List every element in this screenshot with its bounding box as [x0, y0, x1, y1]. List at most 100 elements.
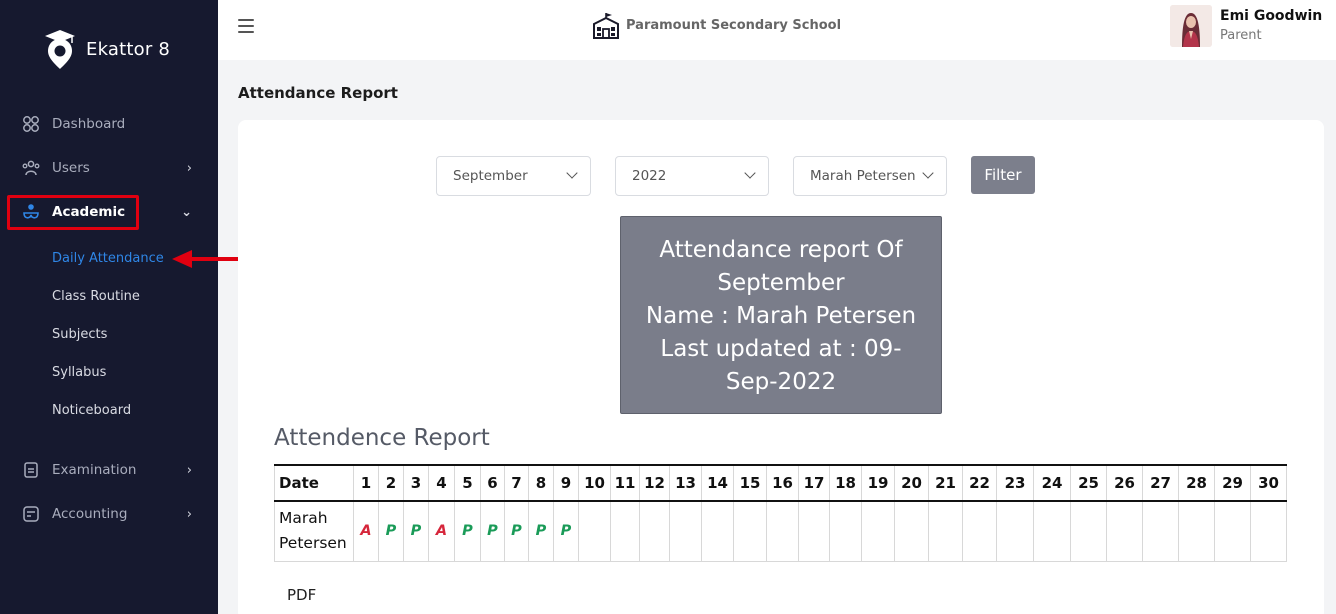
- attendance-cell: A: [428, 500, 455, 562]
- day-column-header: 3: [403, 464, 429, 502]
- day-column-header: 4: [428, 464, 455, 502]
- report-summary-box: Attendance report Of September Name : Ma…: [620, 216, 942, 414]
- year-select-value: 2022: [632, 168, 667, 184]
- sidebar-item-users[interactable]: Users ›: [22, 157, 202, 179]
- table-row: Marah Petersen APPAPPPPP: [274, 500, 1287, 562]
- menu-toggle-icon[interactable]: [238, 19, 254, 33]
- day-column-header: 2: [378, 464, 404, 502]
- day-column-header: 11: [610, 464, 640, 502]
- day-column-header: 18: [829, 464, 862, 502]
- sidebar-subitem-subjects[interactable]: Subjects: [52, 327, 107, 342]
- attendance-cell: [996, 500, 1034, 562]
- sidebar-item-examination[interactable]: Examination ›: [22, 459, 202, 481]
- student-select-value: Marah Petersen: [810, 168, 916, 184]
- day-column-header: 26: [1106, 464, 1143, 502]
- sidebar-item-label: Users: [52, 160, 90, 176]
- sidebar-item-label: Examination: [52, 462, 137, 478]
- sidebar: Ekattor 8 Dashboard Users › Academic ⌄ D…: [0, 0, 218, 614]
- chevron-down-icon: [744, 167, 756, 179]
- sidebar-item-label: Academic: [52, 204, 126, 220]
- day-column-header: 22: [962, 464, 997, 502]
- brand-logo[interactable]: Ekattor 8: [42, 28, 170, 70]
- attendance-cell: [639, 500, 670, 562]
- attendance-cell: [1250, 500, 1287, 562]
- day-column-header: 12: [639, 464, 670, 502]
- sidebar-item-label: Accounting: [52, 506, 128, 522]
- attendance-cell: [928, 500, 963, 562]
- user-role: Parent: [1220, 28, 1262, 43]
- day-column-header: 15: [733, 464, 767, 502]
- day-column-header: 16: [766, 464, 799, 502]
- attendance-cell: [701, 500, 734, 562]
- attendance-cell: P: [403, 500, 429, 562]
- report-student-name: Name : Marah Petersen: [645, 303, 917, 329]
- day-column-header: 17: [798, 464, 830, 502]
- grid-icon: [23, 116, 39, 132]
- month-select[interactable]: September: [436, 156, 591, 196]
- day-column-header: 29: [1214, 464, 1251, 502]
- user-menu[interactable]: Emi Goodwin Parent: [1170, 5, 1322, 47]
- day-column-header: 30: [1250, 464, 1287, 502]
- sidebar-subitem-noticeboard[interactable]: Noticeboard: [52, 403, 131, 418]
- sidebar-subitem-daily-attendance[interactable]: Daily Attendance: [52, 251, 164, 266]
- day-column-header: 25: [1070, 464, 1107, 502]
- table-header-row: Date 1 2 3 4 5 6 7 8 9 10 11 12 13 14 15 16 17 18 19 20 21 22…: [274, 464, 1287, 502]
- attendance-cell: [1178, 500, 1215, 562]
- day-column-header: 1: [353, 464, 379, 502]
- school-name: Paramount Secondary School: [626, 17, 842, 33]
- sidebar-item-dashboard[interactable]: Dashboard: [22, 113, 202, 135]
- day-column-header: 19: [861, 464, 895, 502]
- top-bar: Paramount Secondary School Emi Goodwin P…: [218, 0, 1336, 60]
- attendance-cell: P: [528, 500, 554, 562]
- chevron-down-icon: [922, 167, 934, 179]
- attendance-cell: [1214, 500, 1251, 562]
- user-name: Emi Goodwin: [1220, 8, 1323, 24]
- annotation-arrow-icon: [172, 250, 242, 268]
- sidebar-item-accounting[interactable]: Accounting ›: [22, 503, 202, 525]
- attendance-cell: [610, 500, 640, 562]
- sidebar-subitem-class-routine[interactable]: Class Routine: [52, 289, 140, 304]
- attendance-cell: A: [353, 500, 379, 562]
- school-icon: [593, 13, 619, 39]
- day-column-header: 13: [669, 464, 702, 502]
- section-title: Attendence Report: [274, 425, 490, 451]
- logo-icon: [45, 30, 75, 69]
- day-column-header: 10: [578, 464, 611, 502]
- day-column-header: 7: [504, 464, 529, 502]
- year-select[interactable]: 2022: [615, 156, 769, 196]
- attendance-cell: [669, 500, 702, 562]
- student-select[interactable]: Marah Petersen: [793, 156, 947, 196]
- report-last-updated: Last updated at : 09-Sep-2022: [660, 336, 902, 395]
- day-column-header: 9: [553, 464, 579, 502]
- pdf-button[interactable]: PDF: [287, 586, 316, 604]
- student-name-cell: Marah Petersen: [274, 500, 354, 562]
- users-icon: [22, 160, 40, 176]
- attendance-table: Date 1 2 3 4 5 6 7 8 9 10 11 12 13 14 15 16 17 18 19 20 21 22…: [274, 464, 1287, 562]
- attendance-cell: P: [504, 500, 529, 562]
- day-column-header: 24: [1033, 464, 1071, 502]
- sidebar-subitem-syllabus[interactable]: Syllabus: [52, 365, 106, 380]
- attendance-cell: [733, 500, 767, 562]
- attendance-cell: [861, 500, 895, 562]
- academic-icon: [23, 204, 39, 219]
- day-column-header: 20: [894, 464, 929, 502]
- user-avatar-icon: [1170, 5, 1212, 47]
- filter-button[interactable]: Filter: [971, 156, 1035, 194]
- attendance-cell: [1142, 500, 1179, 562]
- attendance-cell: [1106, 500, 1143, 562]
- attendance-cell: [1070, 500, 1107, 562]
- attendance-cell: P: [553, 500, 579, 562]
- brand-name: Ekattor 8: [86, 38, 171, 60]
- page-title: Attendance Report: [238, 84, 398, 102]
- sidebar-item-academic[interactable]: Academic ⌄: [22, 201, 202, 223]
- accounting-icon: [23, 506, 39, 522]
- day-column-header: 6: [480, 464, 505, 502]
- attendance-cell: [798, 500, 830, 562]
- school-header: Paramount Secondary School: [592, 10, 841, 40]
- chevron-right-icon: ›: [186, 160, 192, 176]
- chevron-right-icon: ›: [186, 462, 192, 478]
- chevron-down-icon: ⌄: [181, 204, 192, 220]
- attendance-cell: P: [454, 500, 481, 562]
- chevron-right-icon: ›: [186, 506, 192, 522]
- attendance-cell: [766, 500, 799, 562]
